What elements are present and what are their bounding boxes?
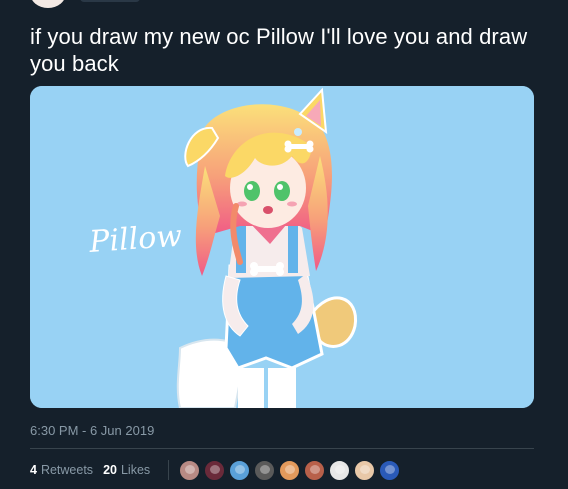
tweet-timestamp[interactable]: 6:30 PM - 6 Jun 2019: [30, 423, 154, 438]
liker-avatar[interactable]: [354, 459, 376, 481]
stats-separator: [168, 460, 170, 480]
tweet-stats: 4 Retweets 20 Likes: [30, 459, 404, 481]
tweet-text: if you draw my new oc Pillow I'll love y…: [30, 24, 528, 76]
liker-avatar[interactable]: [279, 459, 301, 481]
retweets-label: Retweets: [40, 463, 94, 477]
previous-header: [0, 0, 568, 10]
retweets-stat[interactable]: 4 Retweets: [30, 463, 103, 477]
likes-count: 20: [103, 463, 117, 477]
likes-label: Likes: [120, 463, 151, 477]
liker-avatars: [179, 459, 404, 481]
liker-avatar[interactable]: [329, 459, 351, 481]
likes-stat[interactable]: 20 Likes: [103, 463, 160, 477]
image-caption: Pillow: [87, 219, 183, 260]
tweet-image[interactable]: Pillow: [30, 86, 534, 408]
author-name-cropped[interactable]: [80, 0, 140, 2]
liker-avatar[interactable]: [229, 459, 251, 481]
stats-divider: [30, 448, 534, 449]
liker-avatar[interactable]: [204, 459, 226, 481]
liker-avatar[interactable]: [179, 459, 201, 481]
author-avatar[interactable]: [30, 0, 66, 8]
retweets-count: 4: [30, 463, 37, 477]
liker-avatar[interactable]: [254, 459, 276, 481]
liker-avatar[interactable]: [379, 459, 401, 481]
liker-avatar[interactable]: [304, 459, 326, 481]
